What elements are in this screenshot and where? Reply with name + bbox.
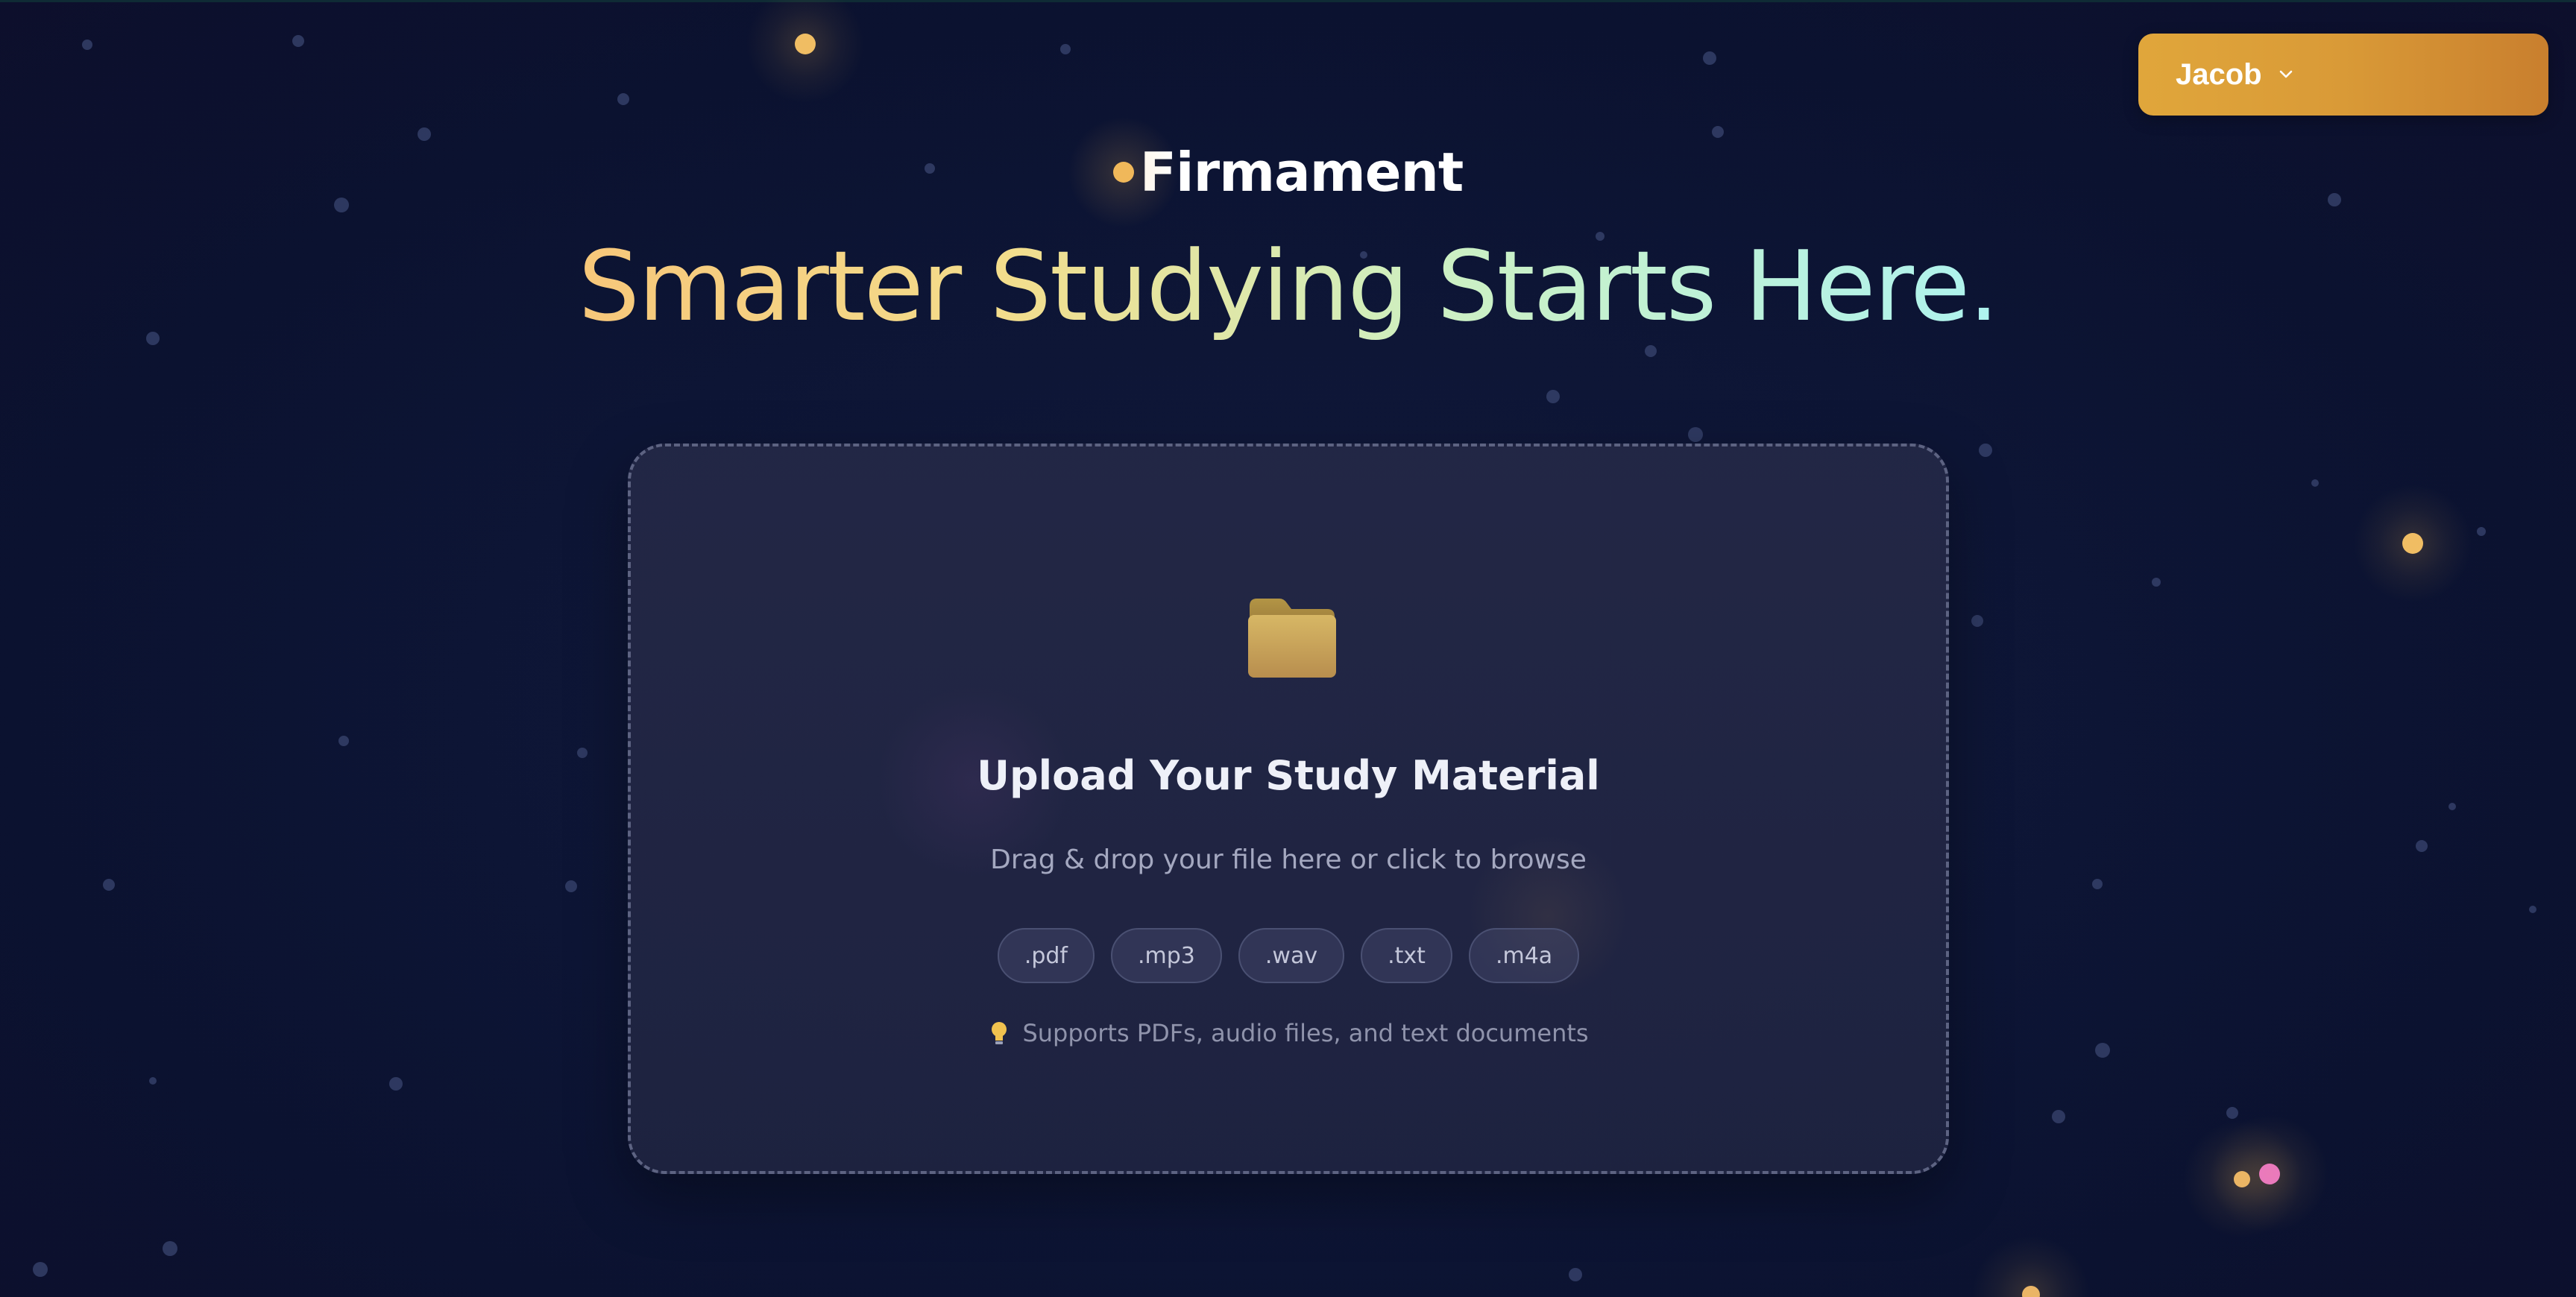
star: [2416, 840, 2428, 852]
glow-star: [2210, 1114, 2329, 1234]
glow-star: [2353, 484, 2472, 603]
star: [1060, 44, 1071, 54]
star: [2095, 1043, 2110, 1058]
file-type-chip: .wav: [1238, 928, 1345, 983]
star: [82, 40, 92, 50]
star: [2226, 1107, 2238, 1119]
chevron-down-icon: [2279, 70, 2292, 78]
star: [1569, 1268, 1582, 1281]
star: [1971, 615, 1983, 627]
file-type-list: .pdf .mp3 .wav .txt .m4a: [631, 928, 1946, 983]
folder-icon: [1248, 599, 1336, 678]
file-type-chip: .mp3: [1111, 928, 1222, 983]
page-title: Smarter Studying Starts Here.: [0, 230, 2576, 342]
star: [577, 748, 588, 758]
headline-text: Smarter Studying Starts Here.: [578, 230, 2000, 343]
file-type-chip: .pdf: [997, 928, 1095, 983]
glow-star: [746, 0, 865, 104]
upload-subtitle: Drag & drop your file here or click to b…: [990, 845, 1587, 875]
file-type-chip: .txt: [1361, 928, 1452, 983]
star: [149, 1077, 157, 1085]
star: [163, 1241, 177, 1256]
user-name: Jacob: [2176, 57, 2262, 91]
star: [1703, 51, 1716, 65]
star: [338, 736, 349, 746]
star: [1546, 390, 1560, 403]
star: [2092, 879, 2103, 889]
file-type-chip: .m4a: [1468, 928, 1580, 983]
glow-star: [1971, 1235, 2091, 1297]
star: [1712, 126, 1724, 138]
star: [2052, 1110, 2065, 1123]
brand: Firmament: [0, 116, 2576, 228]
upload-hint: Supports PDFs, audio files, and text doc…: [631, 1019, 1946, 1047]
upload-hint-text: Supports PDFs, audio files, and text doc…: [1022, 1019, 1589, 1047]
star: [2529, 906, 2536, 913]
star: [389, 1077, 403, 1091]
star: [1688, 427, 1703, 442]
star: [103, 879, 115, 891]
upload-title: Upload Your Study Material: [977, 752, 1600, 799]
star: [33, 1262, 48, 1277]
star: [617, 93, 629, 105]
upload-dropzone[interactable]: Upload Your Study Material Drag & drop y…: [628, 444, 1949, 1174]
star: [292, 35, 304, 47]
star: [1979, 444, 1992, 457]
star: [2311, 479, 2319, 487]
star: [2449, 803, 2456, 810]
star-dot-icon: [1067, 116, 1180, 228]
user-menu-button[interactable]: Jacob: [2138, 34, 2548, 116]
star: [2477, 527, 2486, 536]
star: [565, 880, 577, 892]
star: [418, 127, 431, 141]
brand-name: Firmament: [1139, 141, 1464, 203]
star: [2152, 578, 2161, 587]
star: [1645, 345, 1657, 357]
lightbulb-icon: [992, 1022, 1007, 1044]
